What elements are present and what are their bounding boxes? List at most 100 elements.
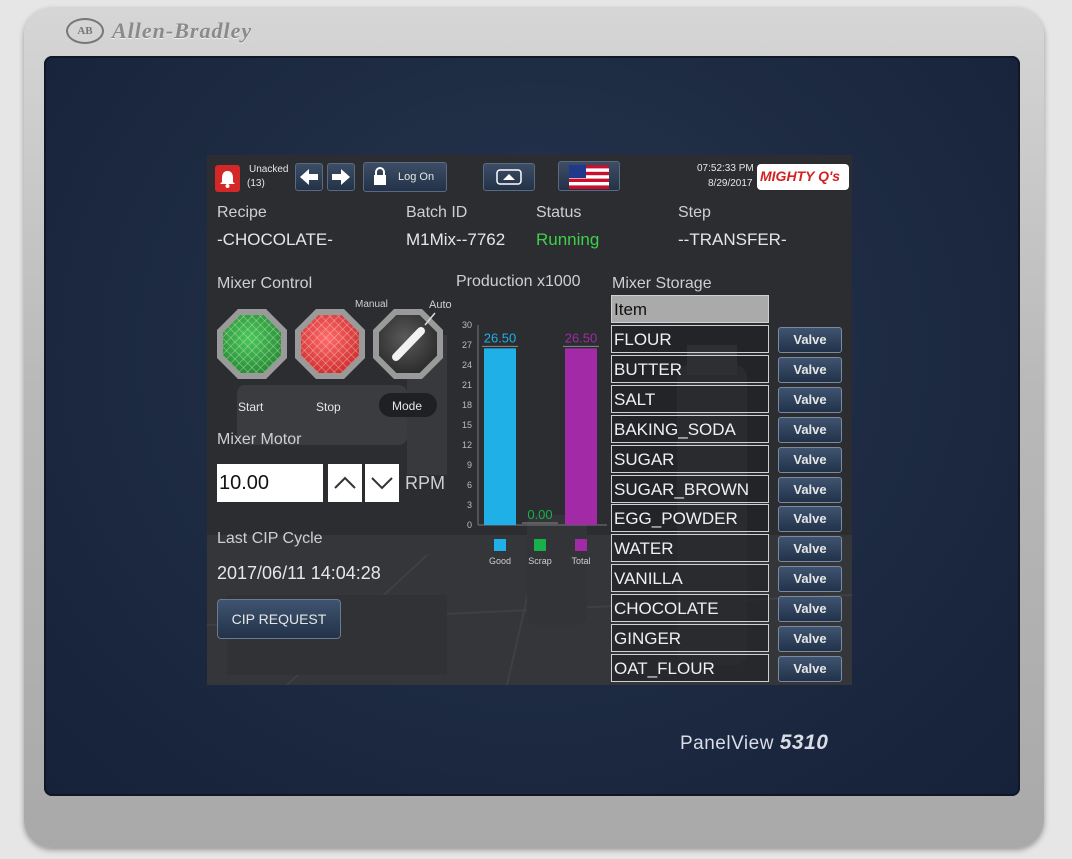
- arrow-left-icon: [300, 169, 318, 185]
- status-label: Status: [536, 204, 582, 221]
- alarm-count: (13): [247, 178, 265, 189]
- log-on-button[interactable]: Log On: [363, 162, 447, 192]
- batch-id-value: M1Mix--7762: [406, 230, 506, 249]
- y-tick-label: 24: [462, 360, 472, 370]
- mighty-qs-logo: MIGHTY Q's: [757, 164, 849, 190]
- mixer-motor-title: Mixer Motor: [217, 431, 302, 448]
- y-tick-label: 18: [462, 400, 472, 410]
- auto-indicator-line: [424, 312, 436, 326]
- step-label: Step: [678, 204, 711, 221]
- y-tick-label: 0: [467, 520, 472, 530]
- valve-button[interactable]: Valve: [778, 566, 842, 593]
- storage-item-row: VANILLA: [611, 564, 769, 593]
- valve-button[interactable]: Valve: [778, 386, 842, 413]
- storage-item-row: EGG_POWDER: [611, 504, 769, 533]
- storage-item-row: SALT: [611, 384, 769, 413]
- data-label: 0.00: [527, 507, 552, 522]
- log-on-label: Log On: [398, 171, 435, 183]
- recipe-value: -CHOCOLATE-: [217, 230, 333, 249]
- allen-bradley-logo: AB: [66, 18, 104, 44]
- storage-item-row: SUGAR_BROWN: [611, 474, 769, 503]
- y-tick-label: 3: [467, 500, 472, 510]
- lock-icon: [374, 167, 386, 185]
- language-button[interactable]: [558, 161, 620, 191]
- start-button[interactable]: [217, 309, 287, 379]
- model-label: PanelView 5310: [680, 731, 828, 755]
- y-tick-label: 21: [462, 380, 472, 390]
- alarm-label: Unacked: [249, 164, 289, 175]
- storage-item-row: OAT_FLOUR: [611, 653, 769, 682]
- mode-label-plate: Mode: [379, 393, 437, 417]
- storage-item-row: GINGER: [611, 624, 769, 652]
- alarm-bell-icon: [220, 171, 235, 188]
- valve-button[interactable]: Valve: [778, 655, 842, 682]
- chevron-down-icon: [371, 477, 393, 490]
- recipe-label: Recipe: [217, 204, 267, 221]
- mixer-control-title: Mixer Control: [217, 275, 313, 292]
- alarm-button[interactable]: [215, 165, 240, 192]
- hmi-screen: Unacked (13) Log On 07:52:33 PM 8/29/201…: [207, 155, 852, 685]
- brand-name: Allen-Bradley: [112, 18, 253, 43]
- y-tick-label: 30: [462, 320, 472, 330]
- legend-swatch-scrap: [534, 539, 546, 551]
- stop-button-face: [301, 315, 359, 373]
- rpm-increase-button[interactable]: [328, 464, 362, 502]
- arrow-right-icon: [332, 169, 350, 185]
- start-label: Start: [238, 400, 264, 414]
- valve-button[interactable]: Valve: [778, 416, 842, 443]
- storage-item-row: BUTTER: [611, 354, 769, 383]
- brand: AB Allen-Bradley: [66, 18, 252, 44]
- legend-swatch-total: [575, 539, 587, 551]
- stop-label: Stop: [316, 400, 341, 414]
- storage-item-row: CHOCOLATE: [611, 594, 769, 623]
- logo-text: MIGHTY Q's: [760, 168, 841, 184]
- manual-label: Manual: [355, 299, 388, 310]
- mixer-rpm-input[interactable]: 10.00: [217, 464, 323, 502]
- valve-button[interactable]: Valve: [778, 446, 842, 473]
- clock-date: 8/29/2017: [708, 178, 753, 189]
- valve-button[interactable]: Valve: [778, 506, 842, 533]
- valve-button[interactable]: Valve: [778, 476, 842, 503]
- rpm-decrease-button[interactable]: [365, 464, 399, 502]
- mixer-storage-title: Mixer Storage: [612, 275, 712, 292]
- batch-id-label: Batch ID: [406, 204, 468, 221]
- cip-request-button[interactable]: CIP REQUEST: [217, 599, 341, 639]
- data-label: 26.50: [484, 330, 517, 345]
- us-flag-icon: [569, 165, 609, 189]
- y-tick-label: 6: [467, 480, 472, 490]
- x-category-label: Scrap: [528, 556, 552, 566]
- forward-button[interactable]: [327, 163, 355, 191]
- x-category-label: Good: [489, 556, 511, 566]
- valve-button[interactable]: Valve: [778, 626, 842, 652]
- cip-title: Last CIP Cycle: [217, 530, 323, 547]
- data-label: 26.50: [565, 330, 598, 345]
- status-value: Running: [536, 230, 600, 249]
- model-prefix: PanelView: [680, 733, 774, 754]
- legend-swatch-good: [494, 539, 506, 551]
- auto-label: Auto: [429, 299, 452, 311]
- start-button-face: [223, 315, 281, 373]
- storage-item-row: FLOUR: [611, 325, 769, 353]
- screen-menu-button[interactable]: [483, 163, 535, 191]
- valve-button[interactable]: Valve: [778, 327, 842, 353]
- x-category-label: Total: [571, 556, 590, 566]
- storage-item-row: WATER: [611, 534, 769, 563]
- y-tick-label: 9: [467, 460, 472, 470]
- chevron-up-icon: [334, 476, 356, 489]
- valve-button[interactable]: Valve: [778, 596, 842, 623]
- y-tick-label: 27: [462, 340, 472, 350]
- valve-button[interactable]: Valve: [778, 356, 842, 383]
- y-tick-label: 15: [462, 420, 472, 430]
- eject-up-icon: [496, 169, 522, 185]
- valve-button[interactable]: Valve: [778, 536, 842, 563]
- storage-column-header: Item: [611, 295, 769, 323]
- bar-total: [565, 348, 597, 525]
- y-tick-label: 12: [462, 440, 472, 450]
- storage-item-row: BAKING_SODA: [611, 414, 769, 443]
- stop-button[interactable]: [295, 309, 365, 379]
- production-chart: 0 3 6 9 12 15 18 21 24 27 30 26.50 Good 0.00 Scrap 26.5…: [462, 320, 607, 566]
- chart-title: Production x1000: [456, 273, 581, 290]
- back-button[interactable]: [295, 163, 323, 191]
- storage-item-row: SUGAR: [611, 444, 769, 473]
- bar-good: [484, 348, 516, 525]
